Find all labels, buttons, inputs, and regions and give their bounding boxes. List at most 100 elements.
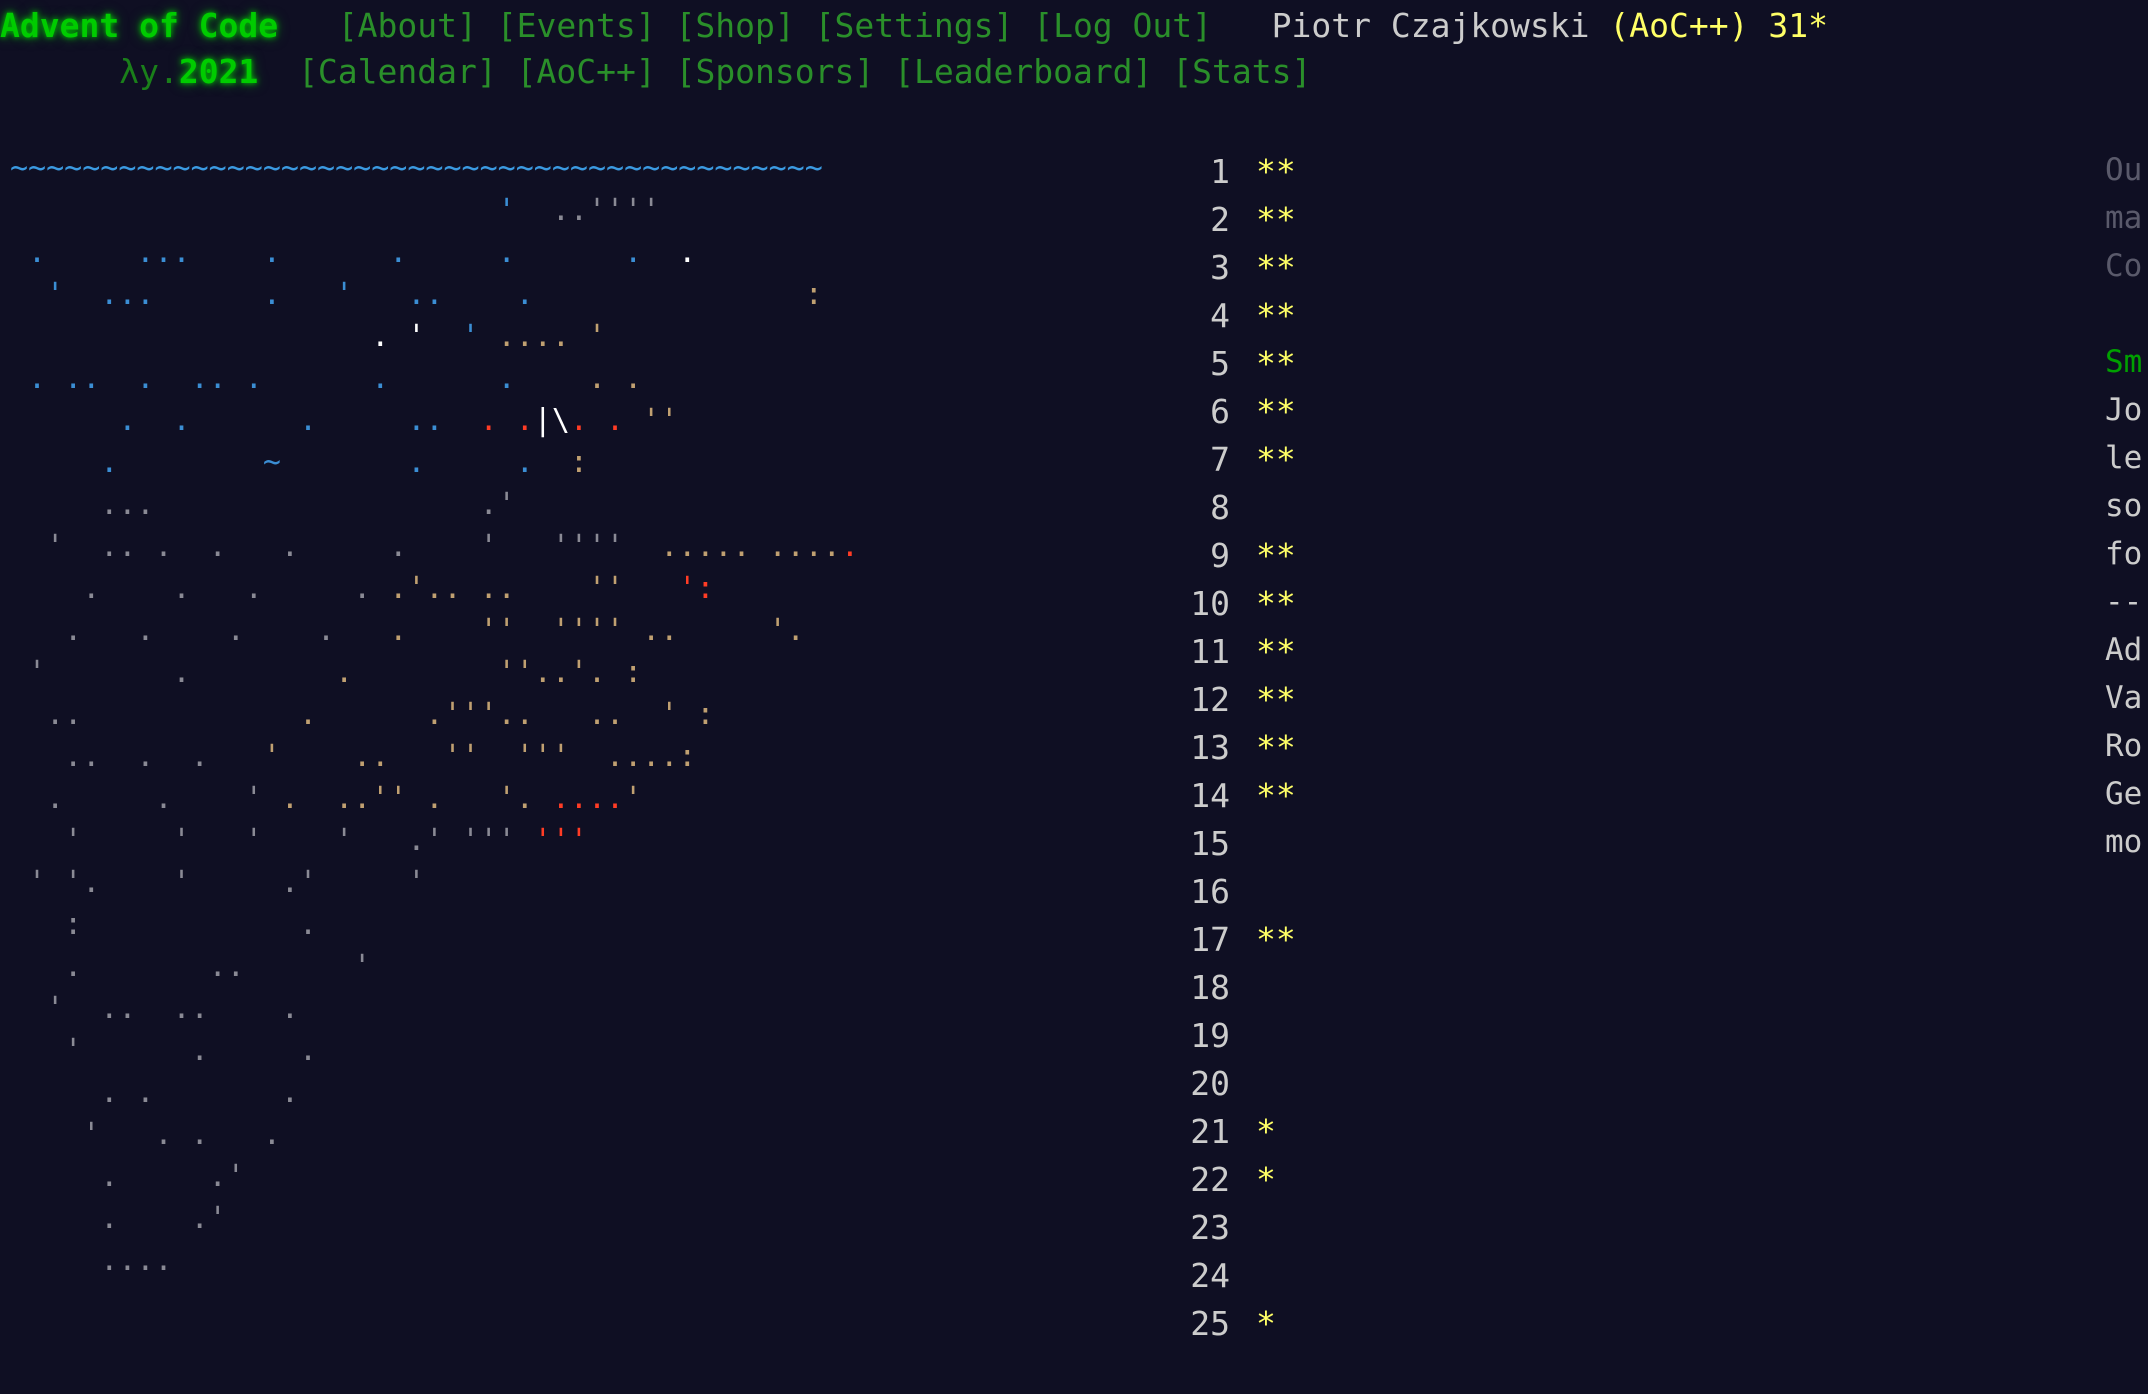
art-segment: . .' [10, 1159, 245, 1194]
calendar-day-25[interactable]: 25 * [1150, 1300, 1470, 1348]
art-row: ' ' ' ' .' ''' ''' [10, 824, 588, 858]
art-segment: . .'''.. .. ' : [298, 697, 715, 732]
site-logo[interactable]: Advent of Code [0, 2, 278, 50]
logo-year[interactable]: 2021 [179, 48, 258, 96]
day-stars: ** [1256, 248, 1296, 287]
nav-shop[interactable]: [Shop] [676, 2, 795, 50]
art-segment: . . . . [10, 613, 390, 648]
art-segment: ' . . . [10, 1117, 281, 1152]
nav-settings[interactable]: [Settings] [815, 2, 1014, 50]
art-segment: ': [624, 571, 715, 606]
day-stars: ** [1256, 776, 1296, 815]
calendar-day-11[interactable]: 11 ** [1150, 628, 1470, 676]
sidebar-line: Jo [2105, 392, 2143, 428]
sidebar-line: Ad [2105, 632, 2143, 668]
day-stars: ** [1256, 536, 1296, 575]
day-stars: ** [1256, 728, 1296, 767]
day-stars: ** [1256, 440, 1296, 479]
art-segment: . ~ . . [10, 445, 534, 480]
art-segment: ' ... . ' .. . [10, 277, 534, 312]
art-segment: |\ [533, 403, 570, 438]
nav-aocpp[interactable]: [AoC++] [517, 48, 656, 96]
art-row: : . [10, 908, 317, 942]
day-number: 17 [1190, 920, 1230, 959]
calendar-day-6[interactable]: 6 ** [1150, 388, 1470, 436]
art-segment: .... [10, 1243, 173, 1278]
day-number: 13 [1190, 728, 1230, 767]
calendar-day-21[interactable]: 21 * [1150, 1108, 1470, 1156]
day-number: 8 [1210, 488, 1230, 527]
nav-calendar[interactable]: [Calendar] [298, 48, 497, 96]
art-segment [10, 319, 371, 354]
art-segment: .. . . [10, 739, 263, 774]
nav-events[interactable]: [Events] [497, 2, 656, 50]
art-segment: . ..'' . '. [262, 781, 534, 816]
art-segment: ..... .... [624, 529, 841, 564]
day-number: 2 [1210, 200, 1230, 239]
art-segment: : [533, 445, 588, 480]
art-segment: ' [624, 781, 643, 816]
sidebar-line: Ou [2105, 152, 2143, 188]
day-stars: * [1256, 1112, 1276, 1151]
nav-leaderboard[interactable]: [Leaderboard] [894, 48, 1152, 96]
day-number: 12 [1190, 680, 1230, 719]
day-number: 7 [1210, 440, 1230, 479]
art-segment: . . [587, 361, 643, 396]
art-segment: ' [497, 193, 516, 228]
art-segment [642, 235, 678, 270]
calendar-day-9[interactable]: 9 ** [1150, 532, 1470, 580]
art-row: ... .' [10, 488, 515, 522]
art-row: . .' [10, 1160, 245, 1194]
calendar-day-14[interactable]: 14 ** [1150, 772, 1470, 820]
art-segment [10, 193, 498, 228]
nav-sponsors[interactable]: [Sponsors] [676, 48, 875, 96]
calendar-day-1[interactable]: 1 ** [1150, 148, 1470, 196]
art-row: . . ' . ..'' . '. ....' [10, 782, 642, 816]
art-row: .. . .'''.. .. ' : [10, 698, 714, 732]
calendar-day-4[interactable]: 4 ** [1150, 292, 1470, 340]
calendar-day-3[interactable]: 3 ** [1150, 244, 1470, 292]
site-header: Advent of Code [About] [Events] [Shop] [… [0, 0, 2148, 108]
calendar-day-2[interactable]: 2 ** [1150, 196, 1470, 244]
calendar-day-17[interactable]: 17 ** [1150, 916, 1470, 964]
art-segment: ~~~~~~~~~~~~~~~~~~~~~~~~~~~~~~~~~~~~~~~~… [10, 151, 823, 186]
sidebar-line[interactable]: Sm [2105, 338, 2142, 386]
user-aocpp-badge[interactable]: (AoC++) [1609, 2, 1748, 50]
art-segment: . . . . [10, 571, 390, 606]
art-segment: ' .. . . . . ' '''' [10, 529, 625, 564]
day-stars: ** [1256, 584, 1296, 623]
nav-about[interactable]: [About] [338, 2, 477, 50]
art-segment: ''' [533, 823, 588, 858]
art-segment: . .. ' [10, 949, 372, 984]
art-segment: ' [461, 319, 480, 354]
day-number: 10 [1190, 584, 1230, 623]
art-row: .. . . ' .. '' ''' ....: [10, 740, 696, 774]
day-number: 19 [1190, 1016, 1230, 1055]
nav-stats[interactable]: [Stats] [1172, 48, 1311, 96]
art-segment: . ... . . . . [10, 235, 643, 270]
day-number: 20 [1190, 1064, 1230, 1103]
calendar-day-18: 18 [1150, 964, 1470, 1012]
art-row: .... [10, 1243, 173, 1278]
calendar-day-5[interactable]: 5 ** [1150, 340, 1470, 388]
day-number: 24 [1190, 1256, 1230, 1295]
sidebar-line: Ro [2105, 728, 2143, 764]
art-row: . ' ' .... ' [10, 320, 606, 354]
sidebar-line: Va [2105, 680, 2143, 716]
art-row: ' .. .. . [10, 992, 299, 1026]
calendar-day-22[interactable]: 22 * [1150, 1156, 1470, 1204]
day-number: 9 [1210, 536, 1230, 575]
art-row: ' . . . [10, 1118, 281, 1152]
art-segment: . ''..'. : [335, 655, 643, 690]
art-segment: . '' '''' .. [389, 613, 679, 648]
art-segment: ' .. '' ''' ....: [262, 739, 697, 774]
art-row: . . . [10, 1076, 299, 1110]
art-segment: ' [569, 319, 607, 354]
calendar-day-13[interactable]: 13 ** [1150, 724, 1470, 772]
day-number: 25 [1190, 1304, 1230, 1343]
calendar-day-12[interactable]: 12 ** [1150, 676, 1470, 724]
calendar-day-7[interactable]: 7 ** [1150, 436, 1470, 484]
calendar-day-10[interactable]: 10 ** [1150, 580, 1470, 628]
art-row: ' . . ''..'. : [10, 656, 642, 690]
nav-log-out[interactable]: [Log Out] [1033, 2, 1212, 50]
